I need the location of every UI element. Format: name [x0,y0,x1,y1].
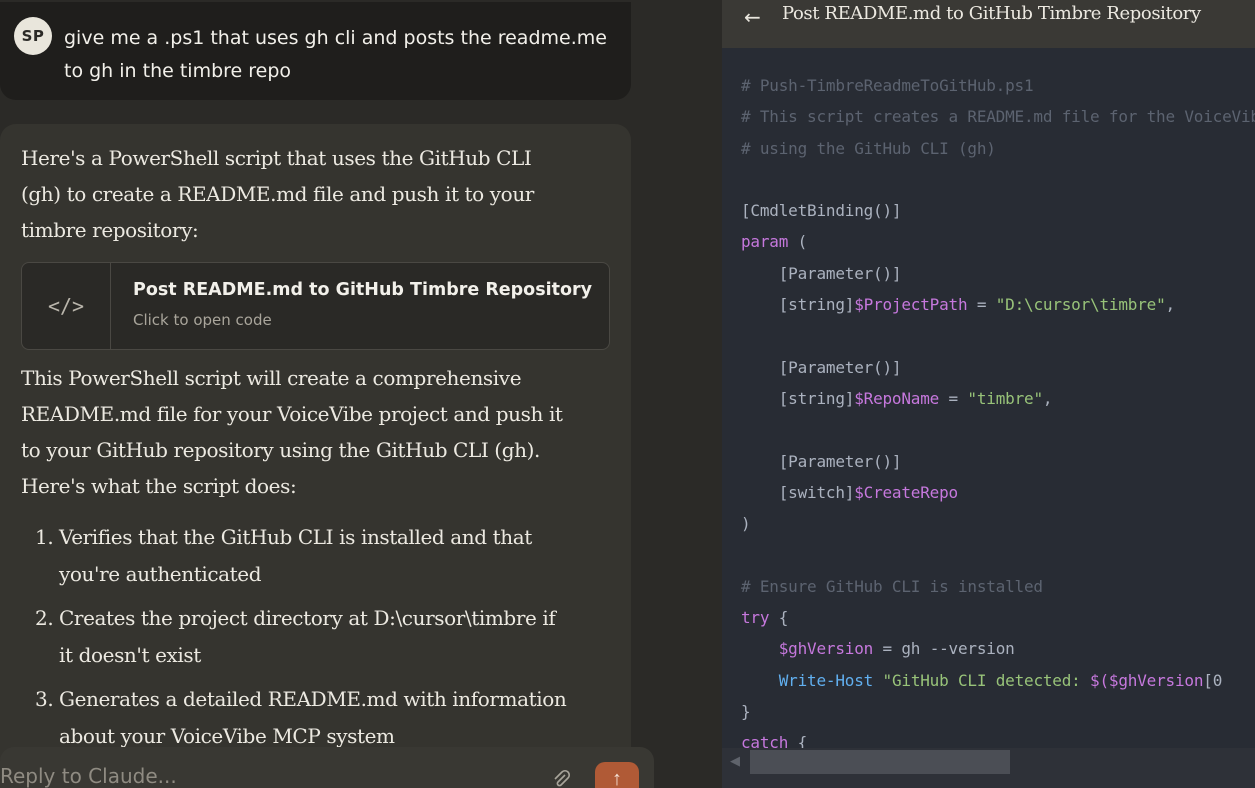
code-line: [Parameter()] [741,446,1255,477]
user-message-text: give me a .ps1 that uses gh cli and post… [64,27,607,82]
code-token: Write-Host [778,670,874,690]
code-line: $ghVersion = gh --version [741,633,1255,664]
code-token: { [769,608,789,628]
scroll-left-icon[interactable]: ◀ [730,754,740,769]
code-token: [Parameter()] [741,451,902,471]
code-line: [CmdletBinding()] [741,195,1255,226]
code-icon: </> [22,263,111,349]
code-line: [switch]$CreateRepo [741,477,1255,508]
list-item-text: Verifies that the GitHub CLI is installe… [59,525,532,586]
assistant-intro-text: Here's a PowerShell script that uses the… [21,146,534,242]
code-line: [Parameter()] [741,352,1255,383]
code-token: # Push-TimbreReadmeToGitHub.ps1 [741,76,1034,95]
list-item-text: Generates a detailed README.md with info… [59,687,567,748]
code-line: param ( [741,226,1255,257]
code-token: # using the GitHub CLI (gh) [741,138,996,158]
code-pane: ← Post README.md to GitHub Timbre Reposi… [722,0,1255,788]
artifact-card[interactable]: </> Post README.md to GitHub Timbre Repo… [21,262,610,350]
code-line: # Push-TimbreReadmeToGitHub.ps1 [741,70,1255,101]
code-token: --version [929,639,1015,659]
avatar: SP [14,17,52,55]
code-line: [string]$ProjectPath = "D:\cursor\timbre… [741,289,1255,320]
code-token: = [967,295,996,315]
code-token: [string] [741,295,855,315]
user-message: SP give me a .ps1 that uses gh cli and p… [0,2,631,100]
list-item-text: Creates the project directory at D:\curs… [59,606,556,667]
scrollbar-thumb[interactable] [750,750,1010,774]
code-line: } [741,696,1255,727]
code-token: $ProjectPath [854,295,968,315]
code-token: param [741,232,789,252]
send-button[interactable]: ↑ [595,762,639,788]
back-arrow-icon[interactable]: ← [744,5,761,29]
code-token: "timbre" [967,388,1043,408]
artifact-subtitle: Click to open code [133,311,272,329]
code-viewer[interactable]: # Push-TimbreReadmeToGitHub.ps1 # This sc… [722,48,1255,748]
code-token: catch [741,733,789,748]
code-line: [Parameter()] [741,258,1255,289]
assistant-body-text: This PowerShell script will create a com… [21,366,563,498]
assistant-message: Here's a PowerShell script that uses the… [0,124,631,788]
list-item: 3. Generates a detailed README.md with in… [0,681,569,754]
list-number: 2. [35,606,54,630]
code-token: $( [1090,670,1109,690]
code-panel-title: Post README.md to GitHub Timbre Reposito… [782,3,1201,24]
list-number: 1. [35,525,54,549]
code-line: Write-Host "GitHub CLI detected: $($ghVe… [741,665,1255,696]
reply-input[interactable] [0,763,500,788]
code-token: $CreateRepo [854,482,958,502]
chat-pane: SP give me a .ps1 that uses gh cli and p… [0,0,722,788]
code-token: $RepoName [854,388,940,408]
code-line: [string]$RepoName = "timbre", [741,383,1255,414]
code-token: [Parameter()] [741,357,902,377]
code-token: { [788,733,808,748]
code-token: $ghVersion [778,639,874,659]
code-token: ) [741,514,751,534]
artifact-title: Post README.md to GitHub Timbre Reposito… [133,280,593,300]
code-token: [string] [741,388,855,408]
code-line: try { [741,602,1255,633]
code-token: = gh [873,639,930,659]
code-token: # This script creates a README.md file f… [741,107,1255,127]
code-token: = [939,388,968,408]
code-token: , [1042,388,1053,408]
horizontal-scrollbar[interactable]: ◀ [722,748,1255,788]
code-line: # using the GitHub CLI (gh) [741,133,1255,164]
code-line: # This script creates a README.md file f… [741,101,1255,132]
reply-box: ↑ [0,747,654,788]
code-token: [switch] [741,482,855,502]
code-line: # Ensure GitHub CLI is installed [741,571,1255,602]
code-token: [Parameter()] [741,263,902,283]
code-token: # Ensure GitHub CLI is installed [741,576,1043,596]
code-block: # Push-TimbreReadmeToGitHub.ps1 # This sc… [741,70,1255,748]
code-token: ( [788,232,808,252]
code-line: ) [741,508,1255,539]
code-line: catch { [741,727,1255,748]
list-item: 2. Creates the project directory at D:\cu… [0,600,569,673]
code-token: "GitHub CLI detected: [882,670,1091,690]
code-token: $ghVersion [1108,670,1204,690]
paperclip-icon[interactable] [551,769,571,788]
code-header: ← Post README.md to GitHub Timbre Reposi… [722,0,1255,48]
steps-list: 1. Verifies that the GitHub CLI is instal… [0,519,600,762]
list-item: 1. Verifies that the GitHub CLI is instal… [0,519,569,592]
list-number: 3. [35,687,54,711]
code-token: "D:\cursor\timbre" [995,295,1166,315]
code-token: [CmdletBinding()] [741,201,902,221]
code-token: } [741,701,751,721]
code-token: try [741,608,770,628]
code-token: , [1165,295,1176,315]
code-token: [0 [1203,670,1223,690]
